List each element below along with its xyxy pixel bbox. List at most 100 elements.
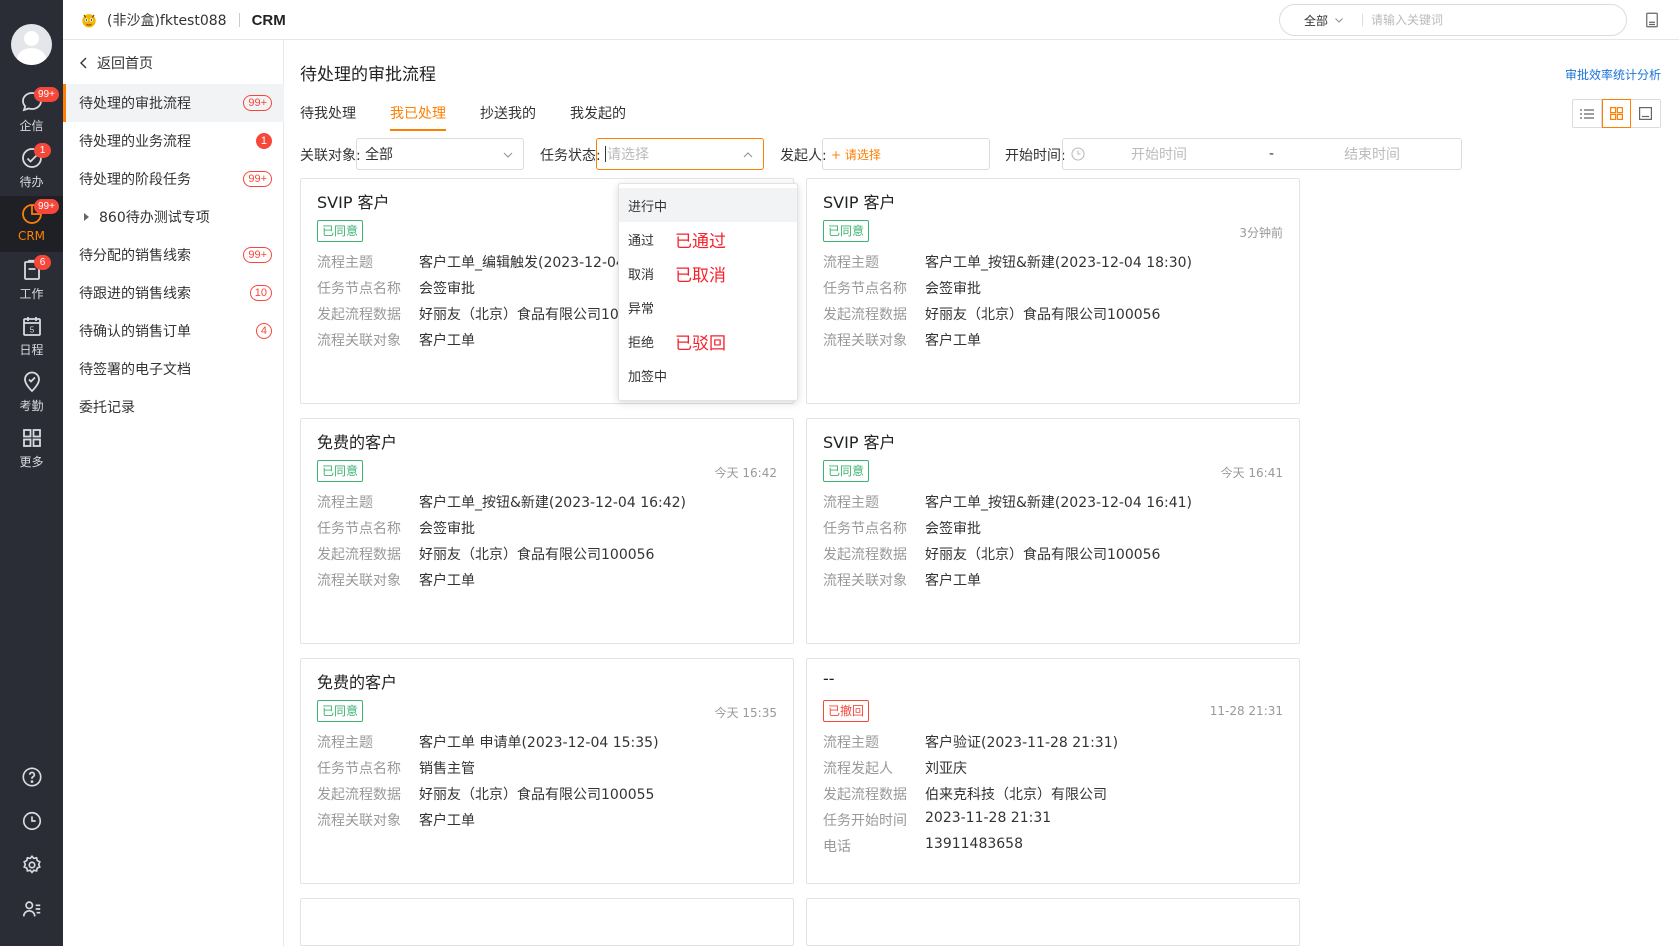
start-time-input[interactable]: 开始时间 [1131,144,1187,164]
field-key: 电话 [823,839,851,855]
search-scope-select[interactable]: 全部 [1280,12,1362,29]
option-label: 进行中 [628,199,668,215]
caret-right-icon[interactable] [83,212,91,222]
sidebar-item-860-test[interactable]: 860待办测试专项 [63,198,284,236]
sidebar-item-follow-leads[interactable]: 待跟进的销售线索 10 [63,274,284,312]
rail-label: 工作 [19,287,44,301]
split-view-button[interactable] [1631,100,1660,127]
count-badge: 4 [255,323,272,339]
approval-card[interactable]: 免费的客户 已同意 今天 16:42 流程主题 客户工单_按钮&新建(2023-12-0… [300,418,794,644]
sidebar-item-stage-task[interactable]: 待处理的阶段任务 99+ [63,160,284,198]
rail-item-attendance[interactable]: 考勤 [0,364,63,420]
company-name[interactable]: (非沙盒)fktest088 [107,10,227,30]
option-label: 拒绝 [628,335,655,351]
approval-card-partial[interactable] [806,898,1300,946]
field-key: 发起流程数据 [317,307,401,323]
status-option-adding-signer[interactable]: 加签中 [619,358,797,392]
card-title: 免费的客户 [317,673,398,692]
search-input[interactable] [1371,13,1611,27]
card-fields: 流程主题 客户工单_按钮&新建(2023-12-04 16:41) 任务节点名称 会签… [823,492,1192,596]
approval-card[interactable]: SVIP 客户 已同意 今天 16:41 流程主题 客户工单_按钮&新建(2023-12… [806,418,1300,644]
field-key: 流程主题 [317,735,373,751]
count-badge: 99+ [243,247,272,263]
annotation-note: 已驳回 [675,333,726,354]
field-key: 流程关联对象 [823,333,907,349]
field-value: 销售主管 [419,761,475,777]
status-option-exception[interactable]: 异常 [619,290,797,324]
field-value: 会签审批 [419,521,475,537]
task-status-select[interactable]: 请选择 [596,138,764,170]
initiator-select[interactable]: + 请选择 [822,138,990,170]
card-fields: 流程主题 客户工单 申请单(2023-12-04 15:35) 任务节点名称 销售主管… [317,732,659,836]
field-value: 客户工单 [419,573,475,589]
card-field-row: 流程主题 客户工单_按钮&新建(2023-12-04 18:30) [823,252,1192,278]
sidebar-item-business-flow[interactable]: 待处理的业务流程 1 [63,122,284,160]
option-label: 取消 [628,267,655,283]
sidebar-item-confirm-orders[interactable]: 待确认的销售订单 4 [63,312,284,350]
user-list-button[interactable] [0,890,63,930]
field-key: 发起流程数据 [823,307,907,323]
approval-card[interactable]: SVIP 客户 已同意 3分钟前 流程主题 客户工单_按钮&新建(2023-12-04 … [806,178,1300,404]
tab-processed[interactable]: 我已处理 [390,101,446,131]
divider [238,13,240,27]
field-key: 任务节点名称 [317,521,401,537]
status-option-in-progress[interactable]: 进行中 [619,188,797,222]
card-field-row: 流程主题 客户验证(2023-11-28 21:31) [823,732,1118,758]
rail-item-crm[interactable]: CRM 99+ [0,196,63,252]
field-value: 好丽友（北京）食品有限公司100055 [419,787,655,803]
status-option-cancelled[interactable]: 取消 已取消 [619,256,797,290]
help-button[interactable] [0,758,63,798]
related-object-select[interactable]: 全部 [356,138,524,170]
user-avatar[interactable] [11,24,52,65]
field-value: 13911483658 [925,836,1023,852]
end-time-input[interactable]: 结束时间 [1344,144,1400,164]
app-name: CRM [251,11,286,29]
field-value: 会签审批 [925,521,981,537]
filter-bar: 关联对象: 全部 任务状态: 请选择 发起人: + 请选择 开始时间: 开始时间… [300,138,1600,170]
rail-item-more[interactable]: 更多 [0,420,63,476]
field-key: 流程主题 [317,495,373,511]
notebook-icon[interactable] [1643,11,1661,29]
card-field-row: 发起流程数据 好丽友（北京）食品有限公司100056 [823,304,1192,330]
sidebar-item-approval[interactable]: 待处理的审批流程 99+ [63,84,284,122]
tab-cc[interactable]: 抄送我的 [480,101,536,131]
card-timestamp: 今天 16:42 [714,466,777,480]
global-search: 全部 [1279,4,1627,36]
rail-label: 待办 [19,175,44,189]
card-field-row: 任务节点名称 会签审批 [317,278,625,304]
status-option-rejected[interactable]: 拒绝 已驳回 [619,324,797,358]
approval-card[interactable]: -- 已撤回 11-28 21:31 流程主题 客户验证(2023-11-28 21:3… [806,658,1300,884]
status-option-approved[interactable]: 通过 已通过 [619,222,797,256]
chevron-down-icon [503,152,513,158]
tab-pending[interactable]: 待我处理 [300,101,356,131]
rail-badge: 6 [34,255,51,270]
card-field-row: 流程主题 客户工单_按钮&新建(2023-12-04 16:41) [823,492,1192,518]
card-title: SVIP 客户 [823,193,896,212]
card-fields: 流程主题 客户工单_按钮&新建(2023-12-04 16:42) 任务节点名称 会签… [317,492,686,596]
sidebar-item-label: 待确认的销售订单 [79,324,191,340]
sidebar-item-sign-docs[interactable]: 待签署的电子文档 [63,350,284,388]
sidebar-item-label: 待处理的阶段任务 [79,172,191,188]
rail-item-calendar[interactable]: 5 日程 [0,308,63,364]
list-view-button[interactable] [1573,100,1602,127]
field-value: 伯来克科技（北京）有限公司 [925,787,1107,803]
approval-card-partial[interactable] [300,898,794,946]
tab-initiated[interactable]: 我发起的 [570,101,626,131]
rail-item-todo[interactable]: 待办 1 [0,140,63,196]
field-key: 发起流程数据 [823,787,907,803]
card-view-button[interactable] [1602,99,1631,128]
rail-item-chat[interactable]: 企信 99+ [0,84,63,140]
view-toggle [1572,99,1661,128]
rail-item-work[interactable]: 工作 6 [0,252,63,308]
task-status-label: 任务状态: [540,148,601,164]
sidebar-item-delegation[interactable]: 委托记录 [63,388,284,426]
field-key: 流程主题 [823,255,879,271]
date-range-picker[interactable]: 开始时间 - 结束时间 [1062,138,1462,170]
settings-button[interactable] [0,846,63,886]
approval-card[interactable]: 免费的客户 已同意 今天 15:35 流程主题 客户工单 申请单(2023-12-04 … [300,658,794,884]
field-value: 客户工单 申请单(2023-12-04 15:35) [419,735,659,751]
stat-analysis-link[interactable]: 审批效率统计分析 [1565,66,1661,83]
sidebar-item-assign-leads[interactable]: 待分配的销售线索 99+ [63,236,284,274]
history-button[interactable] [0,802,63,842]
back-home-link[interactable]: 返回首页 [63,40,283,86]
